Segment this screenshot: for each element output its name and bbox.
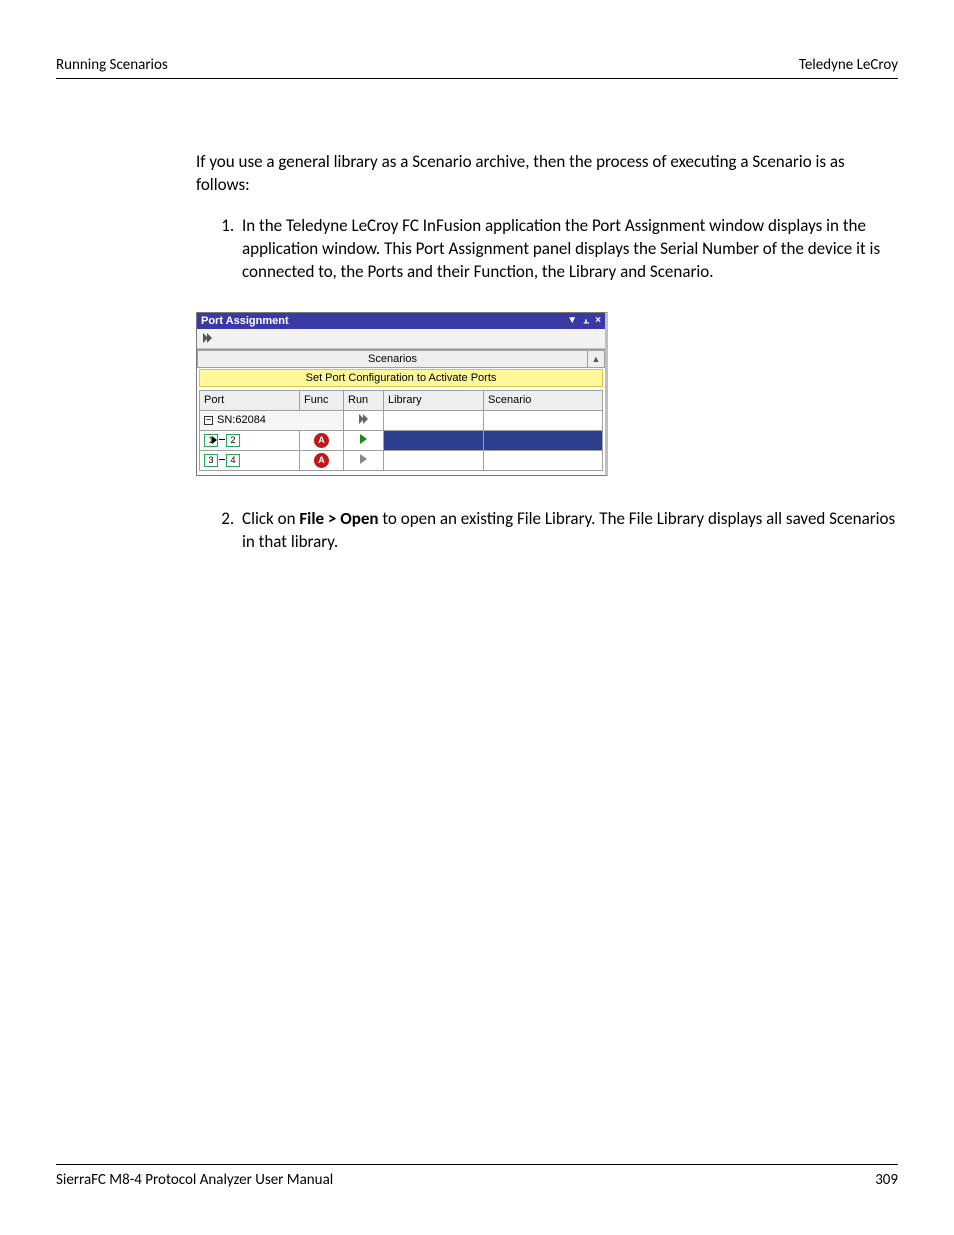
scenario-cell[interactable] [484, 430, 603, 450]
port-assignment-panel: Port Assignment ▼ ⫠ × Scenarios ▲ Set Po… [196, 312, 608, 476]
close-icon[interactable]: × [595, 316, 601, 326]
run-cell[interactable] [344, 410, 384, 430]
serial-number-text: SN:62084 [217, 414, 266, 426]
library-cell [384, 410, 484, 430]
intro-paragraph: If you use a general library as a Scenar… [196, 151, 898, 197]
current-row-caret-icon [212, 436, 217, 444]
tree-collapse-icon[interactable]: − [204, 416, 213, 425]
run-all-icon[interactable] [359, 414, 369, 424]
col-run[interactable]: Run [344, 390, 384, 410]
step-2-bold: File > Open [299, 508, 378, 529]
step-2: Click on File > Open to open an existing… [238, 508, 898, 554]
serial-number-row[interactable]: −SN:62084 [200, 410, 603, 430]
port-dash-icon [219, 439, 225, 440]
page-header: Running Scenarios Teledyne LeCroy [56, 56, 898, 79]
port-cell: 12 [200, 430, 300, 450]
scenario-cell [484, 410, 603, 430]
port-row-3-4[interactable]: 34 A [200, 450, 603, 470]
figure-port-assignment: Port Assignment ▼ ⫠ × Scenarios ▲ Set Po… [196, 312, 898, 476]
panel-title-controls: ▼ ⫠ × [567, 316, 601, 326]
func-cell: A [300, 430, 344, 450]
col-library[interactable]: Library [384, 390, 484, 410]
pin-icon[interactable]: ⫠ [583, 316, 589, 326]
library-cell[interactable] [384, 430, 484, 450]
col-port[interactable]: Port [200, 390, 300, 410]
collapse-up-button[interactable]: ▲ [587, 350, 605, 368]
scenarios-header-row: Scenarios ▲ [197, 349, 605, 368]
port-row-1-2[interactable]: 12 A [200, 430, 603, 450]
func-badge-a-icon: A [314, 433, 329, 448]
table-header-row: Port Func Run Library Scenario [200, 390, 603, 410]
dropdown-icon[interactable]: ▼ [567, 316, 577, 326]
footer-left: SierraFC M8-4 Protocol Analyzer User Man… [56, 1171, 333, 1189]
run-cell[interactable] [344, 450, 384, 470]
play-icon[interactable] [360, 434, 367, 444]
port-box-2: 2 [226, 434, 240, 447]
library-cell[interactable] [384, 450, 484, 470]
func-cell: A [300, 450, 344, 470]
panel-title-text: Port Assignment [201, 315, 289, 327]
panel-toolbar [197, 329, 605, 349]
run-cell[interactable] [344, 430, 384, 450]
step-1: In the Teledyne LeCroy FC InFusion appli… [238, 215, 898, 284]
port-box-3: 3 [204, 454, 218, 467]
play-icon[interactable] [360, 454, 367, 464]
col-func[interactable]: Func [300, 390, 344, 410]
port-box-4: 4 [226, 454, 240, 467]
header-left: Running Scenarios [56, 56, 168, 74]
footer-page-number: 309 [875, 1171, 898, 1189]
page-footer: SierraFC M8-4 Protocol Analyzer User Man… [56, 1164, 898, 1189]
serial-number-cell: −SN:62084 [200, 410, 344, 430]
step-forward-icon[interactable] [203, 333, 213, 343]
activate-ports-banner: Set Port Configuration to Activate Ports [199, 369, 603, 387]
steps-list-cont: Click on File > Open to open an existing… [196, 508, 898, 554]
col-scenario[interactable]: Scenario [484, 390, 603, 410]
panel-titlebar[interactable]: Port Assignment ▼ ⫠ × [197, 313, 605, 329]
steps-list: In the Teledyne LeCroy FC InFusion appli… [196, 215, 898, 284]
main-content: If you use a general library as a Scenar… [56, 151, 898, 554]
step-2-pre: Click on [242, 508, 299, 529]
header-right: Teledyne LeCroy [799, 56, 898, 74]
port-cell: 34 [200, 450, 300, 470]
port-dash-icon [219, 459, 225, 460]
func-badge-a-icon: A [314, 453, 329, 468]
scenarios-label: Scenarios [197, 350, 587, 368]
scenario-cell[interactable] [484, 450, 603, 470]
port-table: Port Func Run Library Scenario −SN:62084 [199, 390, 603, 471]
